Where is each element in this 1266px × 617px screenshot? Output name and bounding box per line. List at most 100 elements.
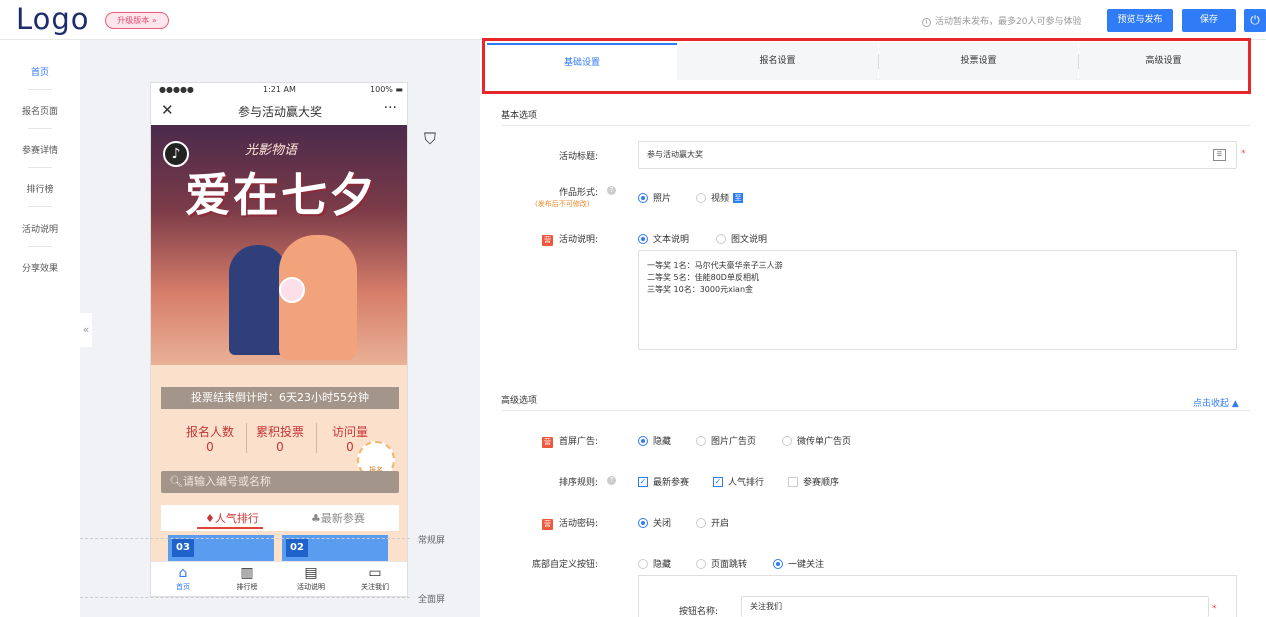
- power-icon[interactable]: ⏻: [1244, 9, 1266, 32]
- checkbox-mark: ✓: [638, 476, 648, 487]
- nav-item-share-effect[interactable]: 分享效果: [0, 261, 80, 274]
- nav-item-home[interactable]: 首页: [0, 65, 80, 78]
- document-icon: ▤: [304, 565, 318, 581]
- help-icon[interactable]: ?: [607, 476, 616, 485]
- collapse-sidebar-button[interactable]: «: [80, 313, 92, 347]
- activity-password-label: 营活动密码:: [541, 519, 598, 530]
- signal-icon: ●●●●●: [159, 85, 194, 94]
- activity-title-input[interactable]: 参与活动赢大奖 ☰: [638, 141, 1237, 169]
- save-button[interactable]: 保存: [1182, 9, 1236, 32]
- stat-total-votes: 累积投票 0: [255, 425, 304, 454]
- activity-notice: i 活动暂未发布，最多20人可参与体验: [922, 14, 1081, 27]
- search-input[interactable]: 🔍︎请输入编号或名称: [161, 471, 399, 493]
- password-off-radio[interactable]: 关闭: [638, 516, 671, 529]
- tabbar-ranking[interactable]: ▥ 排行榜: [215, 565, 279, 592]
- preview-publish-button[interactable]: 预览与发布: [1107, 9, 1173, 32]
- banner-title: 爱在七夕: [185, 168, 377, 222]
- nav-divider: [28, 128, 52, 129]
- required-mark: *: [1241, 149, 1246, 159]
- normal-screen-guide: [80, 538, 410, 539]
- desc-text-radio[interactable]: 文本说明: [638, 232, 689, 245]
- feature-icon: 营: [541, 437, 553, 448]
- checkbox-mark: [788, 476, 798, 487]
- fire-icon: ♦: [205, 512, 215, 525]
- info-icon: i: [922, 18, 931, 27]
- desc-image-text-radio[interactable]: 图文说明: [716, 232, 767, 245]
- status-time: 1:21 AM: [263, 85, 296, 94]
- bottom-jump-radio[interactable]: 页面跳转: [696, 557, 747, 570]
- full-screen-guide: [80, 597, 410, 598]
- phone-content: 投票结束倒计时：6天23小时55分钟 报名人数 0 累积投票 0 访问量 0 报名 🔍…: [151, 365, 407, 565]
- activity-banner: ♪ 光影物语 爱在七夕: [151, 125, 407, 365]
- search-icon: 🔍︎: [169, 475, 183, 488]
- tabbar-home[interactable]: ⌂ 首页: [151, 565, 215, 592]
- nav-item-ranking[interactable]: 排行榜: [0, 182, 80, 195]
- form-photo-radio[interactable]: 照片: [638, 191, 671, 204]
- nav-divider: [28, 206, 52, 207]
- work-form-note: (发布后不可修改): [535, 200, 590, 208]
- search-placeholder: 请输入编号或名称: [182, 475, 271, 488]
- bottom-follow-radio[interactable]: 一键关注: [773, 557, 824, 570]
- radio-dot: [716, 233, 726, 244]
- tab-latest[interactable]: ♣最新参赛: [311, 510, 365, 526]
- tabbar-description[interactable]: ▤ 活动说明: [279, 565, 343, 592]
- radio-dot: [638, 435, 648, 446]
- phone-title: 参与活动赢大奖: [237, 105, 322, 119]
- ad-hide-radio[interactable]: 隐藏: [638, 434, 671, 447]
- feature-icon: 营: [541, 519, 553, 530]
- nav-divider: [28, 167, 52, 168]
- phone-titlebar: ✕ 参与活动赢大奖 ···: [151, 97, 407, 125]
- activity-desc-textarea[interactable]: 一等奖 1名：马尔代夫豪华亲子三人游 二等奖 5名：佳能80D单反相机 三等奖 …: [638, 250, 1237, 350]
- required-mark: *: [1212, 604, 1217, 614]
- sort-order-checkbox[interactable]: 参赛顺序: [788, 475, 839, 488]
- ad-leaflet-radio[interactable]: 微传单广告页: [782, 434, 851, 447]
- users-icon: ♣: [311, 512, 321, 525]
- battery-icon: 100% ▬: [370, 85, 403, 94]
- radio-dot: [696, 558, 706, 569]
- help-icon[interactable]: ?: [607, 186, 616, 195]
- work-form-label: 作品形式:: [558, 188, 598, 198]
- button-name-input[interactable]: 关注我们: [741, 596, 1209, 617]
- status-bar: ●●●●● 1:21 AM 100% ▬: [151, 83, 407, 97]
- activity-title-label: 活动标题:: [558, 152, 598, 162]
- radio-dot: [638, 192, 648, 203]
- nav-item-signup-page[interactable]: 报名页面: [0, 104, 80, 117]
- collapse-advanced-link[interactable]: 点击收起 ▲: [1193, 396, 1239, 409]
- password-on-radio[interactable]: 开启: [696, 516, 729, 529]
- button-name-label: 按钮名称:: [678, 607, 718, 617]
- left-nav: 首页 报名页面 参赛详情 排行榜 活动说明 分享效果: [0, 40, 80, 617]
- nav-divider: [28, 246, 52, 247]
- sort-latest-checkbox[interactable]: ✓ 最新参赛: [638, 475, 689, 488]
- ad-image-radio[interactable]: 图片广告页: [696, 434, 756, 447]
- notice-text: 活动暂未发布，最多20人可参与体验: [935, 17, 1082, 27]
- tab-popularity[interactable]: ♦人气排行: [205, 510, 259, 526]
- bar-chart-icon: ▥: [240, 565, 254, 581]
- bottom-button-label: 底部自定义按钮:: [531, 560, 598, 570]
- top-header: Logo 升级版本 » i 活动暂未发布，最多20人可参与体验 预览与发布 保存 …: [0, 0, 1266, 40]
- theme-skin-icon[interactable]: ⛉: [424, 129, 436, 149]
- highlight-box: [482, 38, 1251, 94]
- banner-subtitle: 光影物语: [245, 143, 298, 158]
- bottom-hide-radio[interactable]: 隐藏: [638, 557, 671, 570]
- sort-popular-checkbox[interactable]: ✓ 人气排行: [713, 475, 764, 488]
- upgrade-button[interactable]: 升级版本 »: [105, 12, 169, 29]
- stat-signup-count: 报名人数 0: [185, 425, 234, 454]
- entry-number: 02: [286, 539, 308, 557]
- basic-options-title: 基本选项: [501, 111, 538, 121]
- nav-item-activity-description[interactable]: 活动说明: [0, 222, 80, 235]
- nav-item-entry-details[interactable]: 参赛详情: [0, 143, 80, 156]
- more-icon[interactable]: ···: [384, 100, 397, 116]
- phone-tabbar: ⌂ 首页 ▥ 排行榜 ▤ 活动说明 ▭ 关注我们: [151, 561, 407, 596]
- feature-icon: 营: [541, 235, 553, 246]
- radio-dot: [696, 435, 706, 446]
- heart-icon: [279, 277, 305, 303]
- sort-rule-label: 排序规则:: [558, 478, 598, 488]
- rank-tabs: ♦人气排行 ♣最新参赛: [161, 505, 399, 531]
- radio-dot: [782, 435, 792, 446]
- tabbar-follow[interactable]: ▭ 关注我们: [343, 565, 407, 592]
- text-template-icon[interactable]: ☰: [1213, 149, 1226, 161]
- premium-badge-icon: 至: [733, 192, 744, 203]
- form-video-radio[interactable]: 视频至: [696, 191, 744, 204]
- active-tab-indicator: [197, 527, 263, 529]
- radio-dot: [773, 558, 783, 569]
